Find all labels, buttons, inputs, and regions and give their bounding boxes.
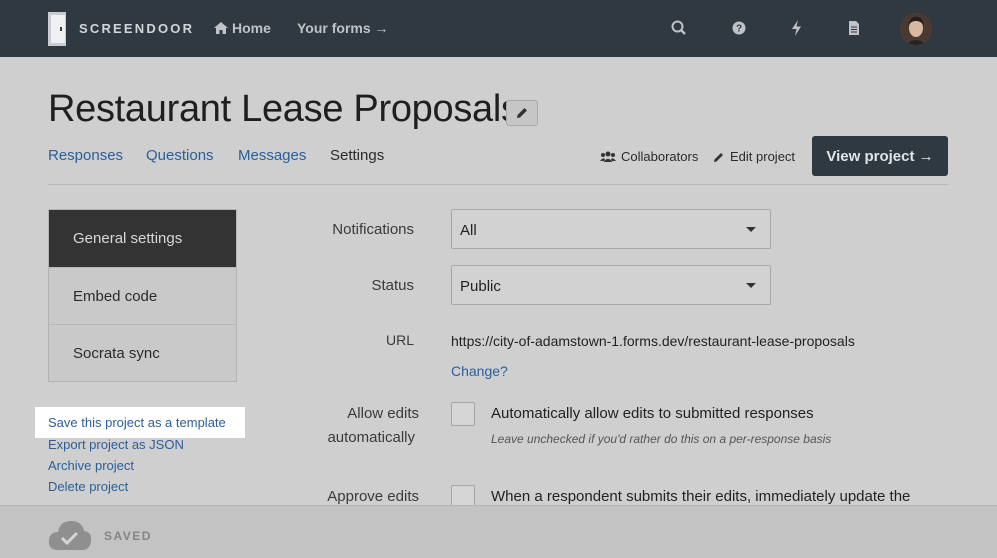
- side-item-socrata-sync[interactable]: Socrata sync: [49, 324, 236, 381]
- side-item-general-settings[interactable]: General settings: [49, 210, 236, 267]
- status-value: Public: [460, 278, 501, 295]
- nav-your-forms-link[interactable]: Your forms →: [297, 20, 389, 36]
- svg-text:?: ?: [736, 24, 742, 35]
- url-label: URL: [385, 332, 414, 348]
- export-json-link[interactable]: Export project as JSON: [48, 437, 184, 452]
- search-icon[interactable]: [670, 19, 688, 37]
- approve-edits-label: Approve edits: [327, 488, 419, 505]
- settings-side-menu: General settings Embed code Socrata sync: [48, 209, 237, 382]
- view-project-button[interactable]: View project →: [812, 136, 948, 176]
- tab-questions[interactable]: Questions: [146, 147, 214, 164]
- tab-responses[interactable]: Responses: [48, 147, 123, 164]
- header-divider: [48, 184, 948, 185]
- nav-your-forms-label: Your forms →: [297, 20, 389, 36]
- allow-edits-checkbox-label: Automatically allow edits to submitted r…: [491, 405, 814, 422]
- save-as-template-link[interactable]: Save this project as a template: [48, 415, 226, 430]
- notifications-label: Notifications: [332, 221, 414, 238]
- pencil-icon: [517, 108, 527, 118]
- archive-project-link[interactable]: Archive project: [48, 458, 134, 473]
- chevron-down-icon: [746, 283, 756, 288]
- edit-project-label: Edit project: [730, 149, 796, 164]
- allow-edits-checkbox[interactable]: [451, 402, 475, 426]
- allow-edits-label-2: automatically: [300, 429, 415, 446]
- project-url: https://city-of-adamstown-1.forms.dev/re…: [451, 333, 855, 349]
- users-icon: [600, 151, 616, 162]
- nav-home-label: Home: [232, 20, 271, 36]
- brand-name: SCREENDOOR: [79, 21, 195, 36]
- screendoor-logo-icon[interactable]: [48, 12, 68, 46]
- change-url-link[interactable]: Change?: [451, 363, 508, 379]
- saved-status-text: SAVED: [104, 529, 152, 543]
- chevron-down-icon: [746, 227, 756, 232]
- delete-project-link[interactable]: Delete project: [48, 479, 128, 494]
- allow-edits-label-line2: automatically: [327, 429, 415, 446]
- allow-edits-label: Allow edits: [300, 405, 419, 422]
- home-icon: [214, 22, 228, 34]
- collaborators-link[interactable]: Collaborators: [600, 149, 698, 164]
- edit-title-button[interactable]: [506, 100, 538, 126]
- pencil-icon: [714, 152, 723, 162]
- status-label: Status: [371, 277, 414, 294]
- page-title: Restaurant Lease Proposals: [48, 88, 520, 130]
- save-status-footer: SAVED: [0, 505, 997, 558]
- notifications-select[interactable]: All: [451, 209, 771, 249]
- allow-edits-label-line1: Allow edits: [347, 405, 419, 422]
- collaborators-label: Collaborators: [621, 149, 699, 164]
- cloud-check-icon: [48, 521, 92, 550]
- avatar-image: [900, 13, 932, 45]
- help-icon[interactable]: ?: [730, 19, 748, 37]
- approve-edits-checkbox-label: When a respondent submits their edits, i…: [491, 488, 911, 505]
- allow-edits-hint: Leave unchecked if you'd rather do this …: [491, 432, 832, 446]
- tab-messages[interactable]: Messages: [238, 147, 306, 164]
- bolt-icon[interactable]: [788, 19, 806, 37]
- document-icon[interactable]: [845, 19, 863, 37]
- top-navbar: SCREENDOOR Home Your forms → ?: [0, 0, 997, 57]
- side-item-embed-code[interactable]: Embed code: [49, 267, 236, 324]
- status-select[interactable]: Public: [451, 265, 771, 305]
- tab-settings[interactable]: Settings: [330, 147, 384, 164]
- notifications-value: All: [460, 222, 477, 239]
- edit-project-link[interactable]: Edit project: [713, 149, 795, 164]
- user-avatar[interactable]: [900, 13, 932, 45]
- nav-home-link[interactable]: Home: [214, 20, 271, 36]
